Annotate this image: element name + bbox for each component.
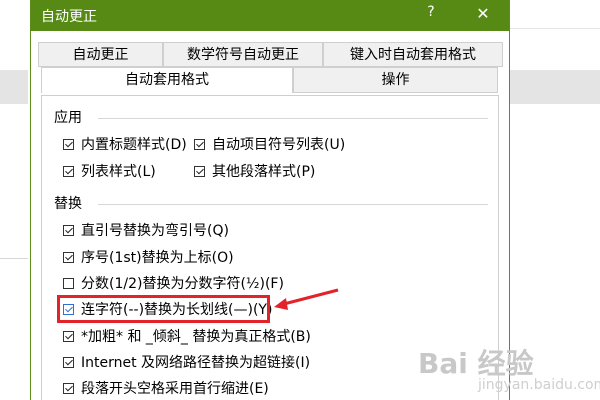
background-divider-left [0, 258, 28, 259]
checkbox[interactable] [63, 277, 74, 289]
option-label: 分数(1/2)替换为分数字符(½)(F) [81, 276, 284, 292]
option-label: 其他段落样式(P) [212, 164, 316, 180]
background-ribbon-left [0, 70, 28, 104]
option-ordinals-superscript[interactable]: 序号(1st)替换为上标(O) [63, 247, 234, 267]
dialog-titlebar[interactable]: 自动更正 ? ✕ [31, 0, 509, 31]
annotation-arrow-icon [274, 288, 339, 310]
checkbox[interactable] [63, 165, 74, 177]
tab-autocorrect[interactable]: 自动更正 [38, 42, 163, 67]
checkbox[interactable] [63, 138, 74, 150]
option-internet-paths-hyperlinks[interactable]: Internet 及网络路径替换为超链接(I) [63, 352, 310, 372]
option-automatic-bulleted-lists[interactable]: 自动项目符号列表(U) [194, 134, 345, 154]
option-builtin-heading-styles[interactable]: 内置标题样式(D) [63, 134, 187, 154]
tab-strip: 自动更正 数学符号自动更正 键入时自动套用格式 自动套用格式 操作 [31, 31, 509, 96]
group-divider-replace [98, 204, 488, 205]
tab-autoformat-as-you-type[interactable]: 键入时自动套用格式 [323, 42, 503, 67]
watermark: Bai 经验 jingyan.baidu.com [418, 342, 600, 398]
option-fractions[interactable]: 分数(1/2)替换为分数字符(½)(F) [63, 273, 284, 293]
help-button[interactable]: ? [421, 4, 441, 26]
tab-autoformat[interactable]: 自动套用格式 [41, 67, 293, 93]
checkbox[interactable] [63, 382, 74, 394]
option-label: 直引号替换为弯引号(Q) [81, 223, 229, 239]
option-first-line-indent[interactable]: 段落开头空格采用首行缩进(E) [63, 378, 269, 398]
option-straight-quotes[interactable]: 直引号替换为弯引号(Q) [63, 220, 229, 240]
tab-actions[interactable]: 操作 [293, 67, 498, 93]
checkbox[interactable] [63, 251, 74, 263]
option-label: 序号(1st)替换为上标(O) [81, 250, 234, 266]
background-divider-right [510, 28, 600, 29]
option-label: 内置标题样式(D) [81, 137, 187, 153]
checkbox[interactable] [63, 356, 74, 368]
option-label: Internet 及网络路径替换为超链接(I) [81, 355, 311, 371]
group-divider-apply [98, 118, 488, 119]
tab-math-autocorrect[interactable]: 数学符号自动更正 [163, 42, 323, 67]
group-label-apply: 应用 [54, 110, 82, 126]
checkbox[interactable] [194, 138, 205, 150]
checkbox[interactable] [63, 224, 74, 236]
option-label: 自动项目符号列表(U) [212, 137, 346, 153]
dialog-title: 自动更正 [41, 9, 97, 25]
checkbox[interactable] [194, 165, 205, 177]
background-ribbon-right [510, 70, 600, 104]
option-list-styles[interactable]: 列表样式(L) [63, 161, 156, 181]
close-button[interactable]: ✕ [471, 2, 495, 26]
watermark-logo: Bai 经验 [418, 347, 534, 380]
watermark-url: jingyan.baidu.com [478, 377, 600, 393]
option-other-paragraph-styles[interactable]: 其他段落样式(P) [194, 161, 315, 181]
option-label: 列表样式(L) [81, 164, 156, 180]
option-bold-italic-formatting[interactable]: *加粗* 和 _倾斜_ 替换为真正格式(B) [63, 326, 311, 346]
autocorrect-dialog: 自动更正 ? ✕ 自动更正 数学符号自动更正 键入时自动套用格式 自动套用格式 … [30, 0, 510, 400]
checkbox[interactable] [63, 330, 74, 342]
group-label-replace: 替换 [54, 196, 82, 212]
option-label: *加粗* 和 _倾斜_ 替换为真正格式(B) [81, 329, 311, 345]
highlight-box [57, 295, 270, 323]
option-label: 段落开头空格采用首行缩进(E) [81, 381, 269, 397]
